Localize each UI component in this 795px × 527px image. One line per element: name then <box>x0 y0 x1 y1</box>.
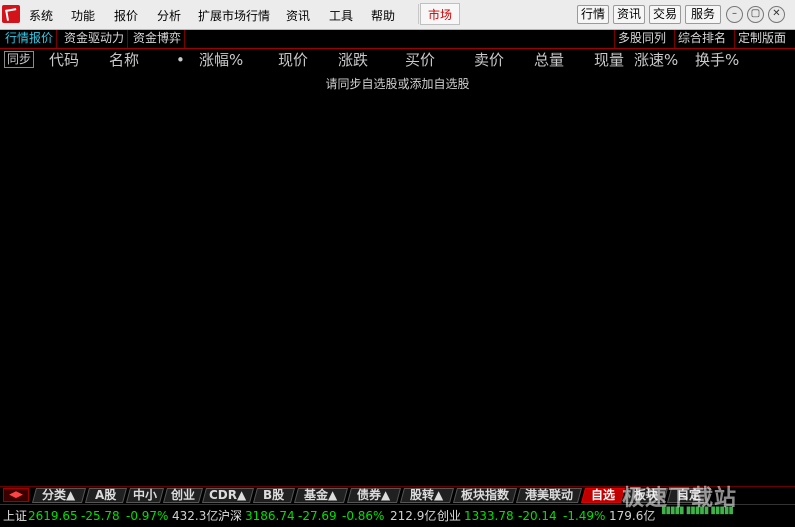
col-last-volume[interactable]: 现量 <box>594 49 624 71</box>
btab-neeq[interactable]: 股转▲ <box>399 488 455 503</box>
quote-button[interactable]: 行情 <box>577 5 609 24</box>
hs-pct: -0.86% <box>342 509 385 523</box>
menu-market[interactable]: 市场 <box>420 3 460 25</box>
btab-chinext[interactable]: 创业 <box>162 488 204 503</box>
tab-ranking[interactable]: 综合排名 <box>674 30 729 48</box>
sync-button[interactable]: 同步 <box>4 51 34 68</box>
watermark-logo: 极速下载站 <box>622 486 738 511</box>
cy-change: -20.14 <box>518 509 557 523</box>
btab-hk-us[interactable]: 港美联动 <box>515 488 583 503</box>
col-volume[interactable]: 总量 <box>534 49 564 71</box>
col-change[interactable]: 涨跌 <box>338 49 368 71</box>
sh-label: 上证 <box>3 509 28 523</box>
col-marker: • <box>176 51 185 69</box>
menu-extended-market[interactable]: 扩展市场行情 <box>198 7 270 24</box>
app-logo-icon <box>2 5 20 23</box>
tab-custom-layout[interactable]: 定制版面 <box>734 30 789 48</box>
restore-icon[interactable]: ▢ <box>747 6 764 23</box>
col-turnover[interactable]: 换手% <box>695 49 739 71</box>
menu-analysis[interactable]: 分析 <box>157 7 181 24</box>
col-speed[interactable]: 涨速% <box>634 49 678 71</box>
col-bid[interactable]: 买价 <box>405 49 435 71</box>
btab-category[interactable]: 分类▲ <box>31 488 87 503</box>
tab-quote-list[interactable]: 行情报价 <box>2 30 58 48</box>
tab-multi-stock[interactable]: 多股同列 <box>614 30 669 48</box>
service-button[interactable]: 服务 <box>685 5 721 24</box>
menu-help[interactable]: 帮助 <box>371 7 395 24</box>
menu-system[interactable]: 系统 <box>29 7 53 24</box>
menu-tools[interactable]: 工具 <box>329 7 353 24</box>
btab-funds[interactable]: 基金▲ <box>293 488 349 503</box>
hs-change: -27.69 <box>298 509 337 523</box>
table-header: 同步 代码 名称 • 涨幅% 现价 涨跌 买价 卖价 总量 现量 涨速% 换手% <box>0 49 795 71</box>
info-button[interactable]: 资讯 <box>613 5 645 24</box>
tab-capital-drive[interactable]: 资金驱动力 <box>61 30 129 48</box>
hs-amount: 212.9亿 <box>390 509 437 523</box>
cy-value: 1333.78 <box>464 509 514 523</box>
btab-b-share[interactable]: B股 <box>252 488 296 503</box>
col-name[interactable]: 名称 <box>109 49 139 71</box>
sh-pct: -0.97% <box>126 509 169 523</box>
menu-quote[interactable]: 报价 <box>114 7 138 24</box>
menu-info[interactable]: 资讯 <box>286 7 310 24</box>
col-price[interactable]: 现价 <box>278 49 308 71</box>
btab-sme[interactable]: 中小 <box>125 488 165 503</box>
sh-amount: 432.3亿 <box>172 509 219 523</box>
btab-sector-index[interactable]: 板块指数 <box>452 488 518 503</box>
trade-button[interactable]: 交易 <box>649 5 681 24</box>
btab-watchlist[interactable]: 自选 <box>580 488 626 503</box>
menu-divider <box>418 4 419 24</box>
close-icon[interactable]: ✕ <box>768 6 785 23</box>
view-tab-bar: 行情报价 资金驱动力 资金博弈 多股同列 综合排名 定制版面 <box>0 30 795 49</box>
menu-function[interactable]: 功能 <box>71 7 95 24</box>
col-ask[interactable]: 卖价 <box>474 49 504 71</box>
btab-a-share[interactable]: A股 <box>84 488 128 503</box>
menu-bar: 系统 功能 报价 分析 扩展市场行情 资讯 工具 帮助 市场 行情 资讯 交易 … <box>0 0 795 30</box>
tab-capital-game[interactable]: 资金博弈 <box>130 30 186 48</box>
col-change-pct[interactable]: 涨幅% <box>199 49 243 71</box>
hs-label: 沪深 <box>218 509 243 523</box>
cy-pct: -1.49% <box>563 509 606 523</box>
cy-label: 创业 <box>437 509 462 523</box>
col-code[interactable]: 代码 <box>49 49 79 71</box>
minimize-icon[interactable]: – <box>726 6 743 23</box>
btab-bonds[interactable]: 债券▲ <box>346 488 402 503</box>
empty-watchlist-message: 请同步自选股或添加自选股 <box>325 77 470 91</box>
sh-change: -25.78 <box>81 509 120 523</box>
sh-value: 2619.65 <box>28 509 78 523</box>
hs-value: 3186.74 <box>245 509 295 523</box>
btab-cdr[interactable]: CDR▲ <box>201 488 255 503</box>
tab-scroll-arrows-icon[interactable]: ◀▶ <box>3 488 29 502</box>
